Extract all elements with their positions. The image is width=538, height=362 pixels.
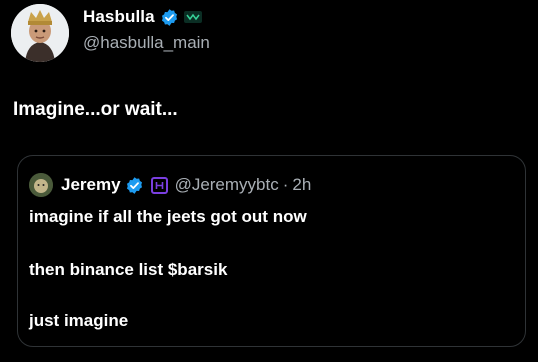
quoted-separator: · [282,175,289,194]
quoted-text-line: then binance list $barsik [29,260,228,279]
verified-badge-icon [160,8,179,27]
quoted-post-card[interactable]: Jeremy @Jeremyybtc · 2h imagine if all t… [17,155,526,347]
quoted-timestamp[interactable]: 2h [292,175,311,195]
author-avatar[interactable] [11,4,69,62]
quoted-text-line: just imagine [29,311,129,330]
quoted-text-line: imagine if all the jeets got out now [29,207,307,226]
quoted-author-avatar[interactable] [29,173,53,197]
author-handle[interactable]: @hasbulla_main [83,33,210,53]
author-name[interactable]: Hasbulla [83,7,155,27]
affiliation-badge-icon[interactable] [183,11,202,23]
quoted-affiliation-badge-icon[interactable] [150,176,168,194]
quoted-author-handle[interactable]: @Jeremyybtc [175,175,279,195]
quoted-post-header: Jeremy @Jeremyybtc · 2h [29,173,311,197]
quoted-author-name[interactable]: Jeremy [61,175,121,195]
post-author: Hasbulla @hasbulla_main [83,6,210,53]
quoted-verified-badge-icon [125,176,144,195]
post-text: Imagine...or wait... [13,99,178,120]
